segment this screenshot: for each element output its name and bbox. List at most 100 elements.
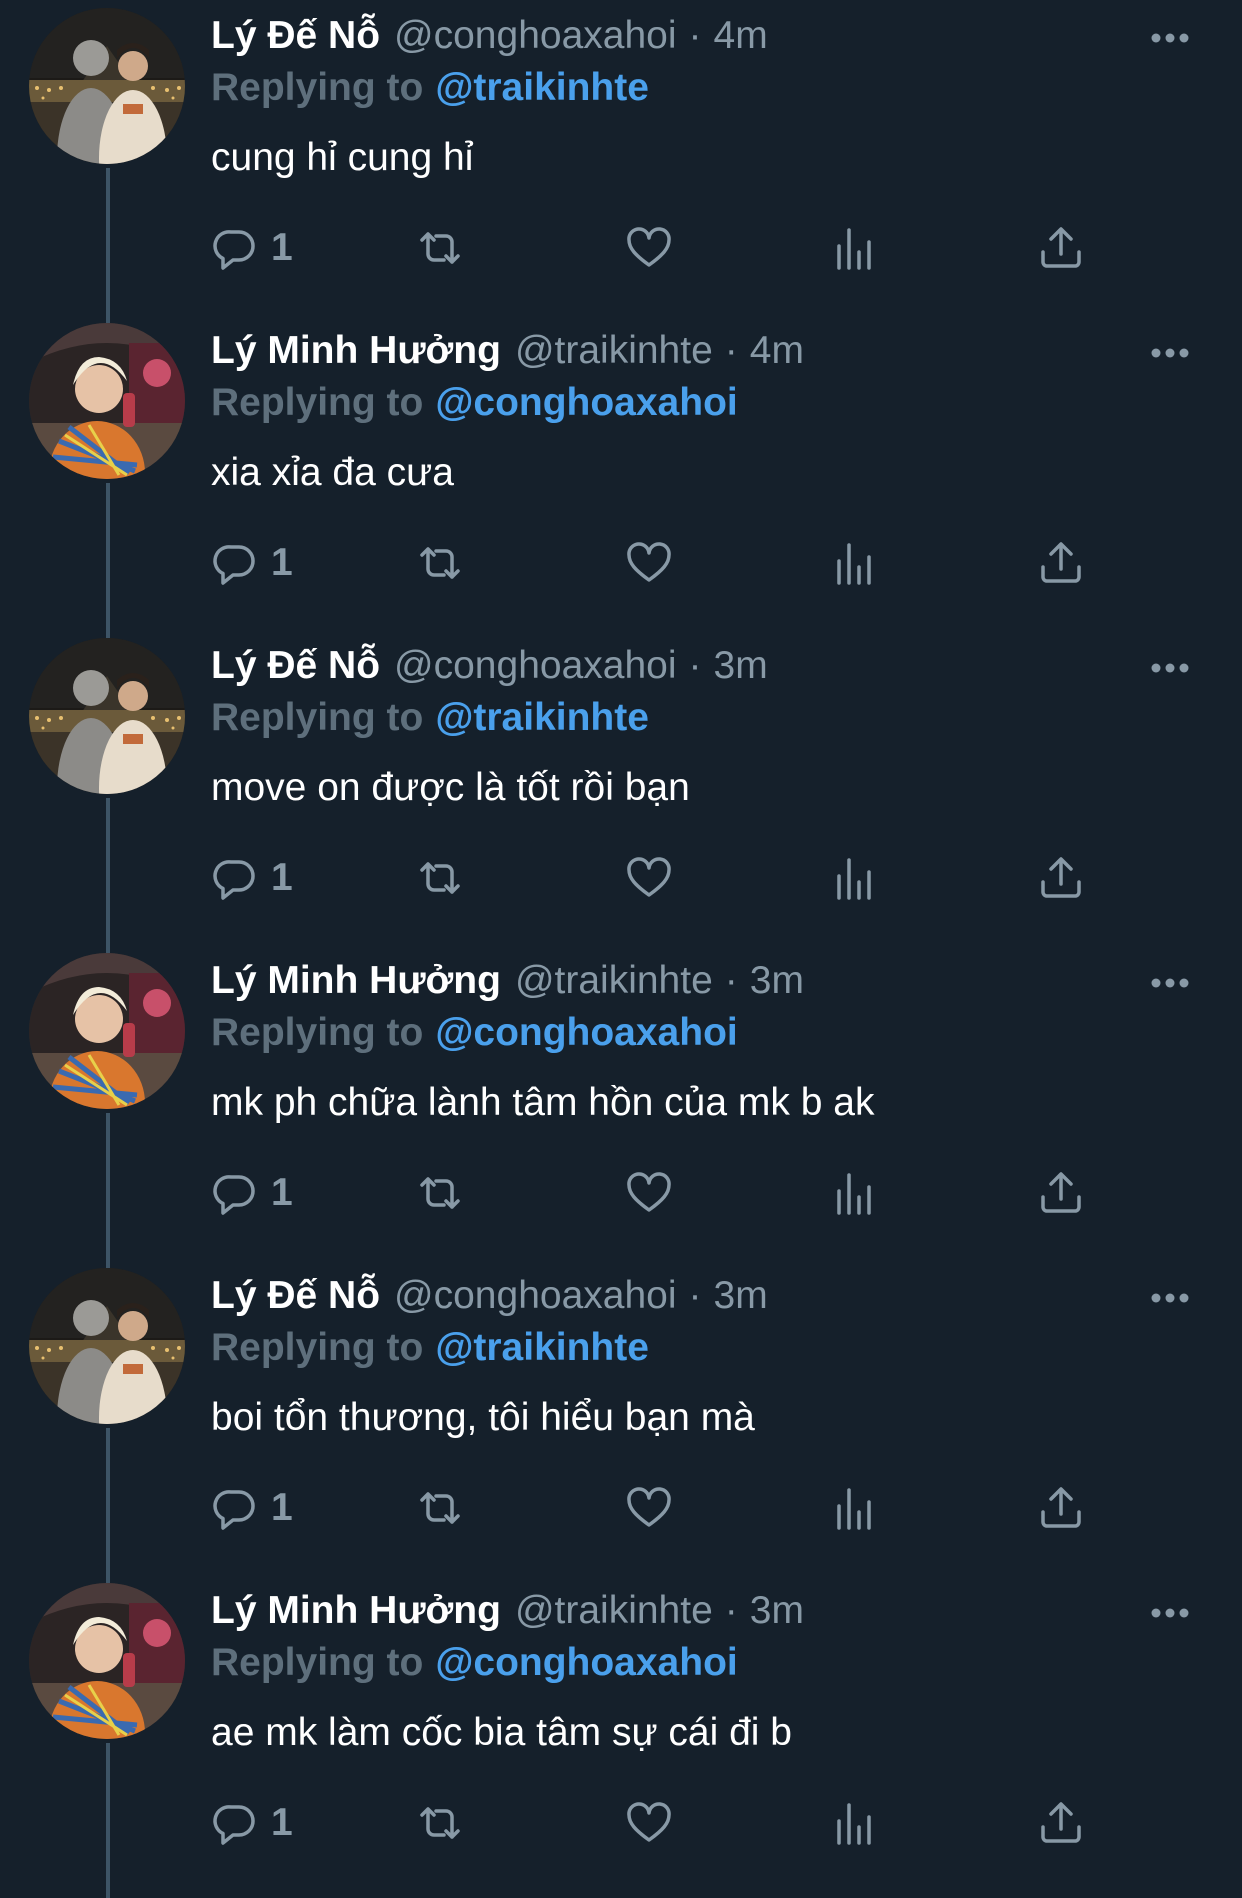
analytics-button[interactable]	[831, 220, 879, 276]
tweet-actions: 1	[211, 1795, 1111, 1851]
tweet-header: Lý Minh Hưởng @traikinhte · 3m	[211, 1589, 804, 1639]
like-button[interactable]	[625, 850, 673, 906]
retweet-icon	[420, 1492, 460, 1524]
replying-to-mention[interactable]: @traikinhte	[435, 1326, 649, 1369]
more-dots-icon	[1151, 1293, 1189, 1303]
thread-connector-line	[106, 798, 110, 953]
retweet-button[interactable]	[416, 535, 464, 591]
share-button[interactable]	[1037, 535, 1085, 591]
replying-to-mention[interactable]: @conghoaxahoi	[435, 1011, 737, 1054]
timestamp[interactable]: 3m	[750, 959, 804, 1003]
more-options-button[interactable]	[1140, 648, 1200, 688]
retweet-button[interactable]	[416, 1165, 464, 1221]
analytics-bars-icon	[837, 1488, 871, 1530]
analytics-button[interactable]	[831, 850, 879, 906]
reply-button[interactable]: 1	[211, 1480, 293, 1536]
display-name[interactable]: Lý Đế Nỗ	[211, 14, 380, 58]
more-dots-icon	[1151, 978, 1189, 988]
timestamp[interactable]: 3m	[750, 1589, 804, 1633]
share-button[interactable]	[1037, 220, 1085, 276]
tweet-actions: 1	[211, 850, 1111, 906]
timestamp[interactable]: 3m	[714, 1274, 768, 1318]
analytics-bars-icon	[837, 1803, 871, 1845]
retweet-button[interactable]	[416, 1795, 464, 1851]
more-options-button[interactable]	[1140, 18, 1200, 58]
username-handle[interactable]: @traikinhte	[515, 1589, 713, 1633]
tweet-actions: 1	[211, 1165, 1111, 1221]
share-upload-icon	[1041, 1487, 1081, 1528]
replying-to-label: Replying to	[211, 1326, 424, 1369]
analytics-button[interactable]	[831, 535, 879, 591]
retweet-icon	[420, 547, 460, 579]
replying-to: Replying to @traikinhte	[211, 66, 649, 110]
more-options-button[interactable]	[1140, 1593, 1200, 1633]
replying-to-mention[interactable]: @traikinhte	[435, 696, 649, 739]
timestamp[interactable]: 4m	[750, 329, 804, 373]
retweet-icon	[420, 1177, 460, 1209]
timestamp[interactable]: 4m	[714, 14, 768, 58]
tweet-actions: 1	[211, 220, 1111, 276]
reply-button[interactable]: 1	[211, 1165, 293, 1221]
avatar-ly-de-no[interactable]	[29, 638, 185, 794]
like-button[interactable]	[625, 220, 673, 276]
share-upload-icon	[1041, 1172, 1081, 1213]
tweet[interactable]: Lý Đế Nỗ @conghoaxahoi · 3m Replying to @…	[0, 630, 1242, 953]
display-name[interactable]: Lý Minh Hưởng	[211, 959, 501, 1003]
analytics-button[interactable]	[831, 1480, 879, 1536]
analytics-button[interactable]	[831, 1165, 879, 1221]
avatar-ly-de-no[interactable]	[29, 8, 185, 164]
username-handle[interactable]: @conghoaxahoi	[394, 1274, 676, 1318]
like-button[interactable]	[625, 1795, 673, 1851]
share-button[interactable]	[1037, 850, 1085, 906]
replying-to-mention[interactable]: @traikinhte	[435, 66, 649, 109]
display-name[interactable]: Lý Đế Nỗ	[211, 1274, 380, 1318]
tweet[interactable]: Lý Đế Nỗ @conghoaxahoi · 3m Replying to @…	[0, 1260, 1242, 1583]
reply-button[interactable]: 1	[211, 1795, 293, 1851]
replying-to-label: Replying to	[211, 381, 424, 424]
username-handle[interactable]: @traikinhte	[515, 329, 713, 373]
username-handle[interactable]: @conghoaxahoi	[394, 14, 676, 58]
more-options-button[interactable]	[1140, 963, 1200, 1003]
avatar-ly-minh-huong[interactable]	[29, 1583, 185, 1739]
tweet[interactable]: Lý Minh Hưởng @traikinhte · 3m Replying …	[0, 945, 1242, 1268]
replying-to: Replying to @traikinhte	[211, 1326, 649, 1370]
thread-connector-line	[106, 483, 110, 638]
more-dots-icon	[1151, 1608, 1189, 1618]
share-upload-icon	[1041, 542, 1081, 583]
more-dots-icon	[1151, 663, 1189, 673]
more-dots-icon	[1151, 348, 1189, 358]
username-handle[interactable]: @traikinhte	[515, 959, 713, 1003]
tweet[interactable]: Lý Minh Hưởng @traikinhte · 4m Replying …	[0, 315, 1242, 638]
like-button[interactable]	[625, 1480, 673, 1536]
reply-button[interactable]: 1	[211, 535, 293, 591]
username-handle[interactable]: @conghoaxahoi	[394, 644, 676, 688]
tweet-header: Lý Minh Hưởng @traikinhte · 3m	[211, 959, 804, 1009]
like-button[interactable]	[625, 1165, 673, 1221]
more-options-button[interactable]	[1140, 333, 1200, 373]
share-upload-icon	[1041, 1802, 1081, 1843]
avatar-ly-minh-huong[interactable]	[29, 323, 185, 479]
retweet-button[interactable]	[416, 850, 464, 906]
tweet[interactable]: Lý Đế Nỗ @conghoaxahoi · 4m Replying to @…	[0, 0, 1242, 323]
share-button[interactable]	[1037, 1795, 1085, 1851]
display-name[interactable]: Lý Minh Hưởng	[211, 329, 501, 373]
avatar-ly-de-no[interactable]	[29, 1268, 185, 1424]
retweet-button[interactable]	[416, 1480, 464, 1536]
share-button[interactable]	[1037, 1165, 1085, 1221]
reply-icon	[213, 1175, 255, 1215]
replying-to-mention[interactable]: @conghoaxahoi	[435, 1641, 737, 1684]
display-name[interactable]: Lý Minh Hưởng	[211, 1589, 501, 1633]
retweet-button[interactable]	[416, 220, 464, 276]
share-button[interactable]	[1037, 1480, 1085, 1536]
like-button[interactable]	[625, 535, 673, 591]
display-name[interactable]: Lý Đế Nỗ	[211, 644, 380, 688]
tweet-text: boi tổn thương, tôi hiểu bạn mà	[211, 1396, 755, 1439]
avatar-ly-minh-huong[interactable]	[29, 953, 185, 1109]
reply-button[interactable]: 1	[211, 850, 293, 906]
timestamp[interactable]: 3m	[714, 644, 768, 688]
tweet[interactable]: Lý Minh Hưởng @traikinhte · 3m Replying …	[0, 1575, 1242, 1898]
analytics-button[interactable]	[831, 1795, 879, 1851]
reply-button[interactable]: 1	[211, 220, 293, 276]
more-options-button[interactable]	[1140, 1278, 1200, 1318]
replying-to-mention[interactable]: @conghoaxahoi	[435, 381, 737, 424]
